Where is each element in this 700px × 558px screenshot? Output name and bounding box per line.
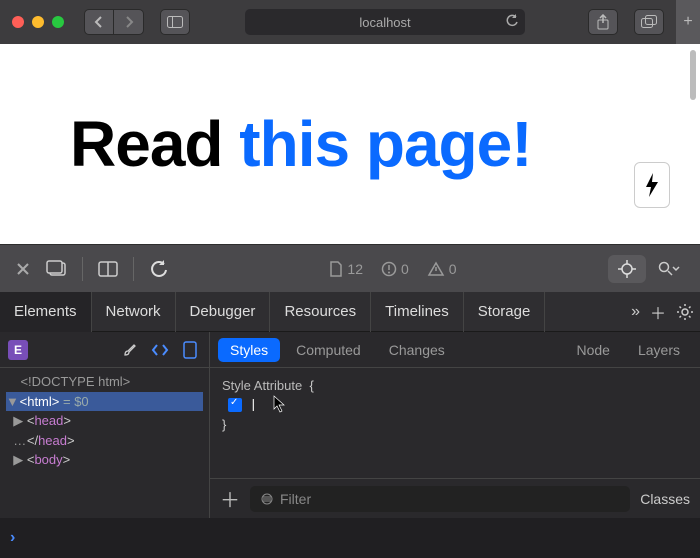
viewport-scrollbar[interactable] xyxy=(690,50,696,100)
zoom-window[interactable] xyxy=(52,16,64,28)
add-tab-icon[interactable]: ＋ xyxy=(650,300,666,324)
close-window[interactable] xyxy=(12,16,24,28)
sidebar-icon xyxy=(167,16,183,28)
styles-panel: Styles Computed Changes Node Layers Styl… xyxy=(210,332,700,518)
tab-network[interactable]: Network xyxy=(92,292,176,332)
search-button[interactable] xyxy=(650,255,688,283)
browser-titlebar: localhost + xyxy=(0,0,700,44)
tabs-icon xyxy=(641,15,657,29)
sidebar-toggle[interactable] xyxy=(160,9,190,35)
chevron-down-icon xyxy=(672,266,680,272)
reload-page-button[interactable] xyxy=(140,255,178,283)
paintbrush-icon xyxy=(122,342,138,358)
console-split-button[interactable] xyxy=(89,255,127,283)
elements-badge[interactable]: E xyxy=(8,340,28,360)
cursor-icon xyxy=(273,395,287,415)
warning-icon xyxy=(427,261,445,277)
address-bar[interactable]: localhost xyxy=(245,9,525,35)
reload-icon xyxy=(149,259,169,279)
dom-node[interactable]: <!DOCTYPE html> xyxy=(6,372,203,392)
dock-button[interactable] xyxy=(38,255,76,283)
subtab-changes[interactable]: Changes xyxy=(377,338,457,362)
hero-heading: Read this page! xyxy=(70,107,532,181)
subtab-styles[interactable]: Styles xyxy=(218,338,280,362)
forward-button[interactable] xyxy=(114,9,144,35)
file-icon xyxy=(329,261,343,277)
property-caret[interactable]: | xyxy=(252,396,255,411)
share-icon xyxy=(596,14,610,30)
filter-placeholder: Filter xyxy=(280,491,311,507)
tab-elements[interactable]: Elements xyxy=(0,292,92,332)
subtab-node[interactable]: Node xyxy=(565,338,622,362)
dom-node[interactable]: ▶ <body> xyxy=(6,450,203,470)
add-rule-button[interactable]: ＋ xyxy=(220,484,240,513)
dom-panel: E <!DOCTYPE html>▼ <html> = $0 ▶ <head> … xyxy=(0,332,210,518)
style-rule-header: Style Attribute xyxy=(222,378,302,393)
lightning-widget[interactable] xyxy=(634,162,670,208)
dom-node[interactable]: … </head> xyxy=(6,431,203,451)
dom-node[interactable]: ▶ <head> xyxy=(6,411,203,431)
property-checkbox[interactable] xyxy=(228,398,242,412)
layout-button[interactable] xyxy=(179,339,201,361)
chevron-left-icon xyxy=(94,16,104,28)
dom-tree[interactable]: <!DOCTYPE html>▼ <html> = $0 ▶ <head> … … xyxy=(0,368,209,518)
hero-text-blue: this page! xyxy=(239,108,531,180)
page-viewport: Read this page! xyxy=(0,44,700,244)
tab-storage[interactable]: Storage xyxy=(464,292,546,332)
gear-icon[interactable] xyxy=(676,303,694,321)
dom-node[interactable]: ▼ <html> = $0 xyxy=(6,392,203,412)
tab-timelines[interactable]: Timelines xyxy=(371,292,464,332)
devtools-panel: E <!DOCTYPE html>▼ <html> = $0 ▶ <head> … xyxy=(0,332,700,518)
close-icon xyxy=(16,262,30,276)
console-prompt[interactable]: › xyxy=(0,518,700,558)
devtools-toolbar: 12 0 0 xyxy=(0,244,700,292)
subtab-layers[interactable]: Layers xyxy=(626,338,692,362)
warning-count[interactable]: 0 xyxy=(427,261,457,277)
window-controls xyxy=(12,16,64,28)
resource-count[interactable]: 12 xyxy=(329,261,363,277)
inspect-element-button[interactable] xyxy=(608,255,646,283)
prompt-icon: › xyxy=(10,529,15,547)
reload-button[interactable] xyxy=(505,14,519,28)
filter-input[interactable]: Filter xyxy=(250,486,630,512)
filter-icon xyxy=(260,492,274,506)
chevron-right-icon xyxy=(124,16,134,28)
minimize-window[interactable] xyxy=(32,16,44,28)
device-icon xyxy=(183,341,197,359)
dock-icon xyxy=(46,260,68,278)
hero-text-black: Read xyxy=(70,108,239,180)
plus-icon: + xyxy=(683,13,692,31)
error-count[interactable]: 0 xyxy=(381,261,409,277)
back-button[interactable] xyxy=(84,9,114,35)
share-button[interactable] xyxy=(588,9,618,35)
split-icon xyxy=(98,261,118,277)
classes-button[interactable]: Classes xyxy=(640,491,690,507)
tabs-button[interactable] xyxy=(634,9,664,35)
code-icon xyxy=(151,343,169,357)
new-tab-button[interactable]: + xyxy=(676,0,700,44)
subtab-computed[interactable]: Computed xyxy=(284,338,373,362)
tabs-overflow[interactable]: » xyxy=(631,303,640,321)
tab-resources[interactable]: Resources xyxy=(270,292,371,332)
target-icon xyxy=(618,260,636,278)
devtools-close[interactable] xyxy=(12,258,34,280)
reload-icon xyxy=(505,14,519,28)
tab-debugger[interactable]: Debugger xyxy=(176,292,271,332)
address-text: localhost xyxy=(359,15,410,30)
paintbrush-button[interactable] xyxy=(119,339,141,361)
error-icon xyxy=(381,261,397,277)
devtools-tabs: Elements Network Debugger Resources Time… xyxy=(0,292,700,332)
print-styles-button[interactable] xyxy=(149,339,171,361)
styles-body[interactable]: Style Attribute { | } ＋ Filter Classes xyxy=(210,368,700,518)
bolt-icon xyxy=(644,173,660,197)
